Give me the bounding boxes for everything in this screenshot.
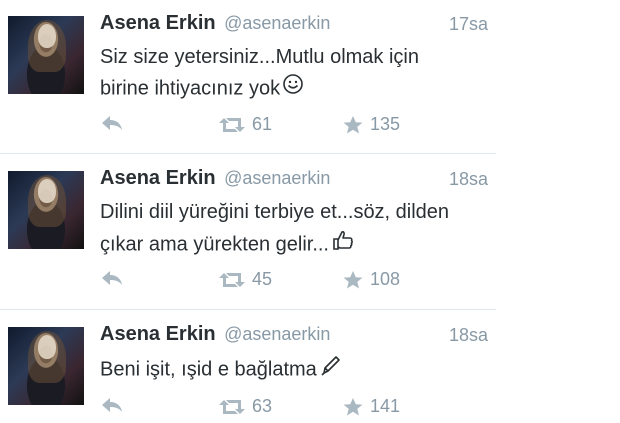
tweet-text-line: Dilini diil yüreğini terbiye et...söz, d… xyxy=(100,201,450,223)
retweet-button[interactable]: 63 xyxy=(218,396,272,417)
tweet-header: Asena Erkin @asenaerkin 18sa xyxy=(100,323,488,349)
avatar-face xyxy=(38,24,56,48)
tweet-text-line: çıkar ama yürekten gelir... xyxy=(100,228,496,262)
tweet-time[interactable]: 18sa xyxy=(449,325,488,346)
reply-icon xyxy=(100,269,124,287)
tweet-text-fragment: birine ihtiyacınız yok xyxy=(100,77,281,100)
author-name[interactable]: Asena Erkin xyxy=(100,12,216,34)
favorite-count: 108 xyxy=(370,269,401,289)
smiley-icon xyxy=(282,73,304,105)
reply-button[interactable] xyxy=(100,269,124,287)
tweet[interactable]: Asena Erkin @asenaerkin 18sa Dilini diil… xyxy=(0,155,496,309)
tweet-text-fragment: Beni işit, ışid e bağlatma xyxy=(100,358,317,381)
star-icon xyxy=(342,115,364,135)
favorite-count: 135 xyxy=(370,114,401,134)
avatar[interactable] xyxy=(8,327,84,405)
reply-button[interactable] xyxy=(100,396,124,414)
avatar-face xyxy=(38,179,56,203)
reply-icon xyxy=(100,396,124,414)
favorite-count: 141 xyxy=(370,396,401,416)
avatar-face xyxy=(38,335,56,359)
star-icon xyxy=(342,397,364,417)
tweet-text: Siz size yetersiniz...Mutlu olmak için b… xyxy=(100,42,496,105)
divider xyxy=(0,309,496,310)
author-handle[interactable]: @asenaerkin xyxy=(224,324,330,344)
author-name[interactable]: Asena Erkin xyxy=(100,167,216,189)
avatar[interactable] xyxy=(8,171,84,249)
author-handle[interactable]: @asenaerkin xyxy=(224,13,330,33)
divider xyxy=(0,153,496,154)
reply-icon xyxy=(100,114,124,132)
tweet-text-line: birine ihtiyacınız yok xyxy=(100,73,496,105)
favorite-button[interactable]: 108 xyxy=(342,269,400,290)
avatar[interactable] xyxy=(8,16,84,94)
retweet-count: 61 xyxy=(252,114,273,134)
tweet-time[interactable]: 18sa xyxy=(449,169,488,190)
author-handle[interactable]: @asenaerkin xyxy=(224,168,330,188)
retweet-icon xyxy=(218,116,246,134)
tweet-text-fragment: çıkar ama yürekten gelir... xyxy=(100,233,329,256)
author-name[interactable]: Asena Erkin xyxy=(100,323,216,345)
thumbs-up-icon xyxy=(331,228,355,262)
tweet-text: Beni işit, ışid e bağlatma xyxy=(100,353,496,387)
tweet-text: Dilini diil yüreğini terbiye et...söz, d… xyxy=(100,197,496,262)
favorite-button[interactable]: 135 xyxy=(342,114,400,135)
tweet-time[interactable]: 17sa xyxy=(449,14,488,35)
star-icon xyxy=(342,270,364,290)
retweet-button[interactable]: 45 xyxy=(218,269,272,290)
retweet-count: 45 xyxy=(252,269,273,289)
reply-button[interactable] xyxy=(100,114,124,132)
tweet-text-line: Siz size yetersiniz...Mutlu olmak için xyxy=(100,46,419,68)
pen-icon xyxy=(319,353,343,387)
tweet[interactable]: Asena Erkin @asenaerkin 18sa Beni işit, … xyxy=(0,311,496,423)
tweet-header: Asena Erkin @asenaerkin 17sa xyxy=(100,12,488,38)
retweet-icon xyxy=(218,271,246,289)
tweet-header: Asena Erkin @asenaerkin 18sa xyxy=(100,167,488,193)
tweet[interactable]: Asena Erkin @asenaerkin 17sa Siz size ye… xyxy=(0,0,496,153)
retweet-icon xyxy=(218,398,246,416)
retweet-count: 63 xyxy=(252,396,273,416)
favorite-button[interactable]: 141 xyxy=(342,396,400,417)
tweet-text-line: Beni işit, ışid e bağlatma xyxy=(100,353,496,387)
retweet-button[interactable]: 61 xyxy=(218,114,272,135)
